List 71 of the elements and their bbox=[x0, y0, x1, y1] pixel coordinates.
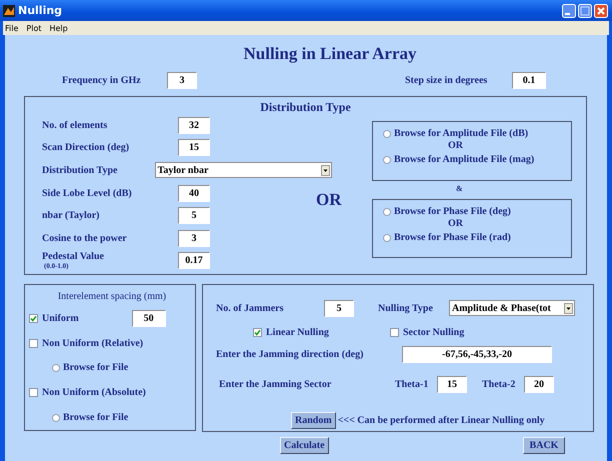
dropdown[interactable]: Taylor nbar bbox=[154, 162, 332, 178]
radio-option[interactable]: Browse for Phase File (rad) bbox=[383, 231, 511, 244]
dropdown[interactable]: Amplitude & Phase(tot bbox=[449, 300, 575, 316]
or-label: OR bbox=[448, 140, 463, 153]
hint-text: <<< Can be performed after Linear Nulling only bbox=[338, 415, 545, 426]
input-field[interactable]: 5 bbox=[324, 300, 354, 317]
input-field[interactable]: 40 bbox=[178, 184, 210, 202]
field-label: Pedestal Value bbox=[42, 251, 105, 262]
or-label: OR bbox=[448, 218, 463, 231]
menu-item[interactable]: File bbox=[5, 24, 18, 32]
checkbox-option[interactable]: Linear Nulling bbox=[253, 326, 390, 338]
checkbox-option[interactable]: Non Uniform (Relative) bbox=[29, 338, 144, 349]
field-label: Enter the Jamming direction (deg) bbox=[216, 348, 364, 360]
calculate-button[interactable]: Calculate bbox=[280, 437, 329, 454]
field-label: No. of Jammers bbox=[216, 302, 284, 314]
input-field[interactable]: 3 bbox=[178, 230, 210, 247]
radio-button[interactable] bbox=[52, 414, 60, 422]
radio-option[interactable]: Browse for Amplitude File (dB) bbox=[383, 127, 528, 140]
input-field[interactable]: 15 bbox=[437, 376, 467, 394]
radio-option[interactable]: Browse for Amplitude File (mag) bbox=[383, 153, 534, 166]
radio-option[interactable]: Browse for File bbox=[52, 411, 128, 424]
menu-item[interactable]: Plot bbox=[26, 24, 42, 32]
field-label: nbar (Taylor) bbox=[42, 210, 101, 222]
checkbox[interactable] bbox=[29, 388, 38, 398]
input-field[interactable]: 5 bbox=[178, 207, 210, 224]
field-label: Distribution Type bbox=[42, 164, 118, 176]
field-label: Nulling Type bbox=[378, 302, 434, 314]
input-field[interactable]: 50 bbox=[132, 310, 166, 327]
input-field[interactable]: 3 bbox=[167, 72, 197, 88]
radio-button[interactable] bbox=[383, 130, 391, 138]
radio-button[interactable] bbox=[52, 364, 60, 372]
input-field[interactable]: -67,56,-45,33,-20 bbox=[402, 346, 552, 363]
input-field[interactable]: 15 bbox=[178, 139, 210, 156]
field-label: Theta-2 bbox=[482, 379, 516, 390]
back-button[interactable]: BACK bbox=[522, 437, 566, 454]
radio-option[interactable]: Browse for Phase File (deg) bbox=[383, 205, 511, 218]
maximize-icon[interactable] bbox=[578, 4, 592, 18]
menu-item[interactable]: Help bbox=[49, 24, 68, 32]
input-field[interactable]: 20 bbox=[524, 376, 554, 394]
input-field[interactable]: 0.1 bbox=[512, 72, 546, 88]
panel-title: Distribution Type bbox=[260, 100, 351, 114]
and-label: & bbox=[456, 184, 463, 195]
checkbox-option[interactable]: Non Uniform (Absolute) bbox=[29, 387, 146, 398]
radio-option[interactable]: Browse for File bbox=[52, 361, 128, 374]
radio-button[interactable] bbox=[383, 156, 391, 164]
checkbox[interactable] bbox=[390, 328, 399, 337]
field-label: Step size in degrees bbox=[405, 74, 488, 86]
page-heading: Nulling in Linear Array bbox=[242, 44, 418, 64]
input-field[interactable]: 0.17 bbox=[178, 252, 210, 270]
checkbox-option[interactable]: Sector Nulling bbox=[390, 326, 464, 338]
checkbox-option[interactable]: Uniform bbox=[29, 312, 79, 324]
field-label: Scan Direction (deg) bbox=[42, 142, 130, 154]
minimize-icon[interactable] bbox=[562, 4, 576, 18]
checkbox[interactable] bbox=[253, 328, 262, 337]
field-label: Theta-1 bbox=[395, 379, 430, 390]
checkbox[interactable] bbox=[29, 314, 38, 323]
field-label: Side Lobe Level (dB) bbox=[42, 188, 133, 199]
close-icon[interactable] bbox=[594, 4, 608, 18]
field-label: No. of elements bbox=[42, 120, 108, 131]
field-label: Frequency in GHz bbox=[62, 74, 142, 86]
window-title: Nulling bbox=[18, 4, 64, 17]
random-button[interactable]: Random bbox=[291, 412, 336, 430]
field-label: Enter the Jamming Sector bbox=[219, 379, 332, 390]
radio-button[interactable] bbox=[383, 234, 391, 242]
input-field[interactable]: 32 bbox=[178, 116, 210, 134]
panel-title: Interelement spacing (mm) bbox=[58, 291, 166, 302]
app-icon bbox=[3, 4, 15, 16]
checkbox[interactable] bbox=[29, 338, 38, 348]
field-label: Cosine to the power bbox=[42, 232, 128, 244]
radio-button[interactable] bbox=[383, 208, 391, 216]
or-label: OR bbox=[316, 190, 343, 210]
